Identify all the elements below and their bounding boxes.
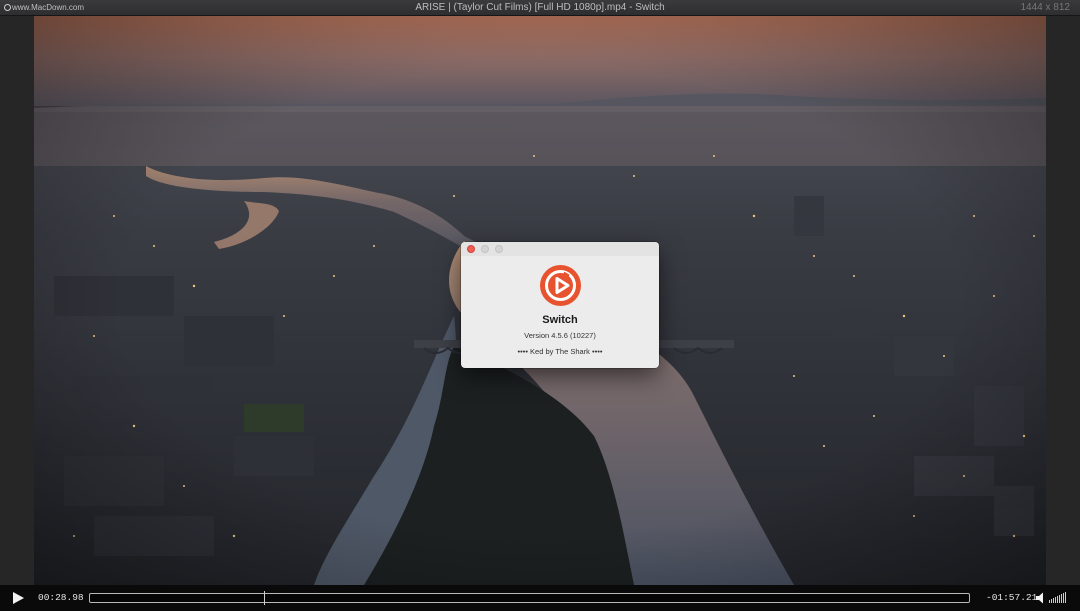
switch-play-logo-icon (540, 265, 581, 306)
app-credit: •••• Ked by The Shark •••• (517, 347, 603, 356)
volume-bar (1055, 597, 1056, 603)
play-icon[interactable] (10, 591, 26, 605)
seek-bar[interactable] (89, 591, 970, 605)
remaining-time: -01:57.21 (986, 592, 1038, 603)
volume-bar (1051, 599, 1052, 603)
playback-controls: 00:28.98 -01:57.21 (0, 585, 1080, 611)
volume-bar (1053, 598, 1054, 603)
zoom-icon (495, 245, 503, 253)
speaker-icon[interactable] (1035, 591, 1047, 605)
window-title: ARISE | (Taylor Cut Films) [Full HD 1080… (415, 2, 665, 13)
volume-bar (1057, 596, 1058, 603)
volume-bar (1063, 593, 1064, 603)
video-dimensions: 1444 x 812 (1020, 2, 1071, 13)
about-titlebar[interactable] (461, 242, 659, 256)
volume-bar (1061, 594, 1062, 603)
about-dialog: Switch Version 4.5.6 (10227) •••• Ked by… (461, 242, 659, 368)
app-name: Switch (542, 314, 578, 326)
volume-slider[interactable] (1049, 592, 1067, 604)
volume-bar (1065, 592, 1066, 603)
player-window: www.MacDown.com ARISE | (Taylor Cut Film… (0, 0, 1080, 611)
window-titlebar[interactable]: www.MacDown.com ARISE | (Taylor Cut Film… (0, 0, 1080, 16)
volume-bar (1049, 600, 1050, 603)
close-icon[interactable] (467, 245, 475, 253)
seek-playhead[interactable] (264, 591, 265, 605)
minimize-icon (481, 245, 489, 253)
elapsed-time: 00:28.98 (38, 592, 84, 603)
volume-bar (1059, 595, 1060, 603)
app-version: Version 4.5.6 (10227) (524, 331, 596, 340)
